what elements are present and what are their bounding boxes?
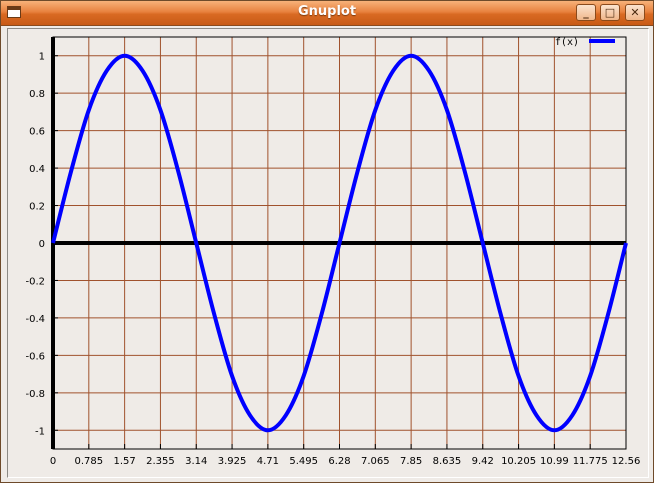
x-tick-label: 5.495 bbox=[289, 456, 318, 467]
sine-plot: 0 0.785 1.57 2.355 3.14 3.925 4.71 5.495 6.28 7.0… bbox=[25, 36, 641, 467]
close-icon: ✕ bbox=[630, 6, 640, 19]
y-tick-label: -0.6 bbox=[25, 351, 45, 362]
y-tick-label: 0 bbox=[39, 239, 45, 250]
x-tick-label: 11.775 bbox=[573, 456, 608, 467]
x-tick-label: 10.205 bbox=[501, 456, 536, 467]
x-tick-label: 0 bbox=[50, 456, 56, 467]
x-tick-label: 7.065 bbox=[361, 456, 390, 467]
y-tick-label: -1 bbox=[35, 426, 45, 437]
window-title: Gnuplot bbox=[297, 4, 357, 19]
y-tick-label: 1 bbox=[39, 52, 45, 63]
legend-label: f(x) bbox=[555, 37, 579, 48]
y-tick-labels: -1 -0.8 -0.6 -0.4 -0.2 0 0.2 0.4 0.6 0.8 1 bbox=[25, 52, 45, 438]
y-tick-label: 0.2 bbox=[29, 202, 45, 213]
x-tick-label: 0.785 bbox=[74, 456, 103, 467]
x-tick-labels: 0 0.785 1.57 2.355 3.14 3.925 4.71 5.495 6.28 7.0… bbox=[50, 456, 641, 467]
y-tick-label: 0.6 bbox=[29, 127, 45, 138]
y-tick-label: -0.2 bbox=[25, 276, 45, 287]
x-tick-label: 3.925 bbox=[218, 456, 247, 467]
legend: f(x) bbox=[555, 37, 615, 48]
y-tick-label: 0.4 bbox=[29, 164, 45, 175]
x-tick-label: 8.635 bbox=[433, 456, 462, 467]
y-tick-label: -0.8 bbox=[25, 389, 45, 400]
close-button[interactable]: ✕ bbox=[625, 4, 645, 21]
x-tick-label: 7.85 bbox=[400, 456, 422, 467]
x-tick-label: 6.28 bbox=[328, 456, 350, 467]
x-tick-label: 4.71 bbox=[257, 456, 279, 467]
x-tick-label: 12.56 bbox=[612, 456, 641, 467]
minimize-button[interactable]: _ bbox=[576, 4, 596, 21]
title-bar[interactable]: Gnuplot _ □ ✕ bbox=[1, 1, 653, 26]
x-tick-label: 1.57 bbox=[113, 456, 135, 467]
x-tick-label: 9.42 bbox=[472, 456, 494, 467]
x-tick-label: 3.14 bbox=[185, 456, 207, 467]
plot-canvas: 0 0.785 1.57 2.355 3.14 3.925 4.71 5.495 6.28 7.0… bbox=[7, 28, 649, 478]
maximize-icon: □ bbox=[604, 6, 616, 19]
maximize-button[interactable]: □ bbox=[600, 4, 620, 21]
x-tick-label: 2.355 bbox=[146, 456, 175, 467]
x-tick-label: 10.99 bbox=[540, 456, 569, 467]
y-tick-label: -0.4 bbox=[25, 314, 45, 325]
gnuplot-window: Gnuplot _ □ ✕ 0 0.785 1.57 2.355 3.14 3.925 4.… bbox=[0, 0, 654, 483]
minimize-icon: _ bbox=[583, 6, 589, 19]
y-tick-label: 0.8 bbox=[29, 89, 45, 100]
